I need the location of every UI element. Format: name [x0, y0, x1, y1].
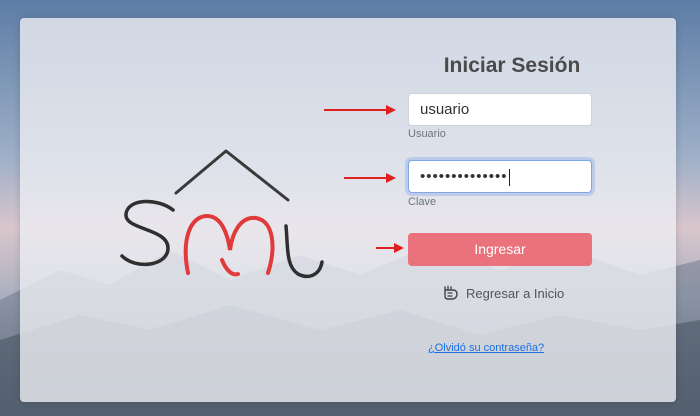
username-label: Usuario	[408, 128, 446, 140]
password-input[interactable]: ••••••••••••••	[408, 160, 592, 193]
password-label: Clave	[408, 196, 437, 208]
username-value: usuario	[420, 101, 470, 118]
forgot-password-link[interactable]: ¿Olvidó su contraseña?	[428, 342, 544, 354]
back-to-home-label: Regresar a Inicio	[466, 285, 565, 301]
submit-button[interactable]: Ingresar	[408, 233, 592, 266]
text-caret	[508, 168, 510, 186]
password-value: ••••••••••••••	[420, 168, 508, 185]
back-to-home-link[interactable]: Regresar a Inicio	[442, 284, 564, 302]
username-input[interactable]: usuario	[408, 93, 592, 126]
sml-logo	[120, 149, 324, 279]
arrow-to-submit	[376, 243, 404, 253]
login-card: Iniciar Sesión usuario Usuario •••••••••…	[20, 18, 676, 402]
hand-back-icon	[444, 285, 458, 300]
arrow-to-username	[324, 105, 396, 115]
arrow-to-password	[344, 173, 396, 183]
page-title: Iniciar Sesión	[443, 54, 581, 77]
